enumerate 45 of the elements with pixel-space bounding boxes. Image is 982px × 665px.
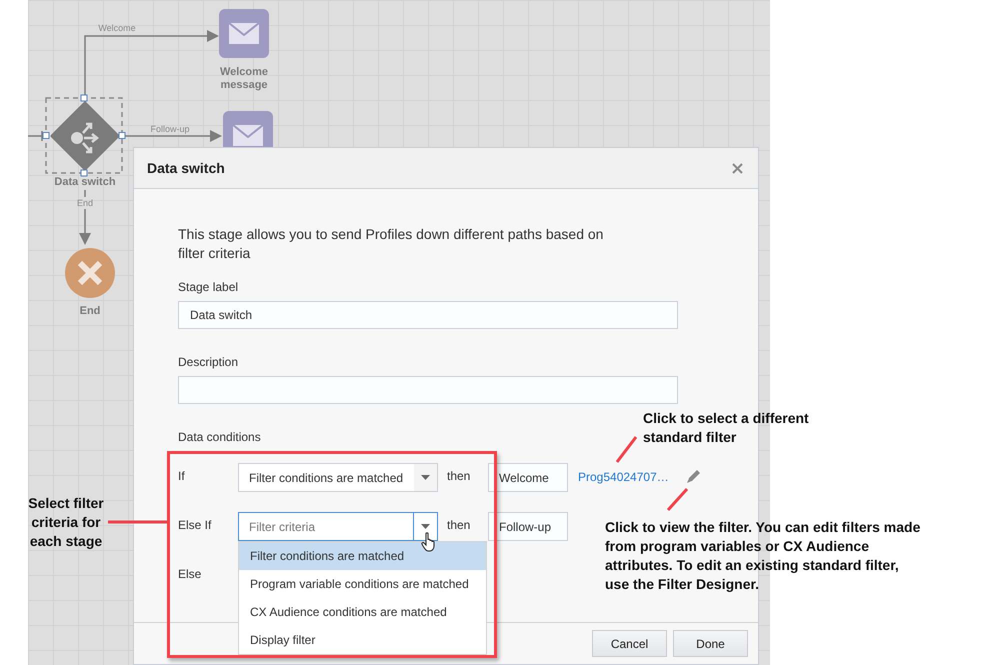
target-field[interactable]: Follow-up [488,512,568,541]
switch-node-icon[interactable] [50,102,120,170]
annotation-text: Click to select a different standard filter [643,409,810,447]
field-label: Stage label [178,280,238,294]
dialog-button[interactable]: Cancel [592,630,667,657]
field-label: Description [178,355,238,369]
condition-label: Else If [178,517,212,532]
connector-arrow [79,189,91,245]
intro-text: This stage allows you to send Profiles down different paths based on filter criteria [178,225,604,263]
dropdown-select[interactable]: Filter criteria [238,512,438,541]
condition-label: Else [178,566,202,581]
connector-label: Follow-up [150,124,190,134]
pencil-icon[interactable] [684,468,702,485]
envelope-node-icon[interactable] [219,9,269,58]
caret-icon [421,475,430,480]
node-label: Welcome message [218,66,270,92]
section-label: Data conditions [178,430,261,444]
dropdown-option[interactable]: CX Audience conditions are matched [239,598,486,626]
leader-line [108,520,167,524]
dialog-title: Data switch [147,160,225,176]
selection-frame[interactable] [42,94,126,176]
node-label: Data switch [53,176,117,189]
input-field[interactable]: Data switch [178,301,678,329]
connector-label: Welcome [98,23,136,33]
dropdown-option[interactable]: Program variable conditions are matched [239,570,486,598]
then-label: then [446,468,472,483]
filter-link[interactable]: Prog54024707… [578,470,669,484]
then-label: then [446,517,472,532]
dropdown-option[interactable]: Filter conditions are matched [239,542,486,570]
connector-label: End [77,198,93,208]
leader-line [666,488,688,511]
input-field[interactable] [178,376,678,404]
annotation-text: Select filter criteria for each stage [27,494,105,551]
node-label: End [78,305,102,318]
dialog-button[interactable]: Done [673,630,748,657]
connector-line [27,130,43,142]
dropdown-option[interactable]: Display filter [239,626,486,654]
target-field[interactable]: Welcome [488,463,568,492]
leader-line [616,436,638,463]
stop-node-icon[interactable] [65,248,115,298]
caret-icon [421,524,430,529]
condition-label: If [178,468,186,483]
close-icon[interactable] [732,162,743,174]
annotation-text: Click to view the filter. You can edit filters made from program variables or CX Audience attributes. To edit an existing standard filter, use the Filter Designer. [605,518,922,594]
dropdown-select[interactable]: Filter conditions are matched [238,463,438,492]
